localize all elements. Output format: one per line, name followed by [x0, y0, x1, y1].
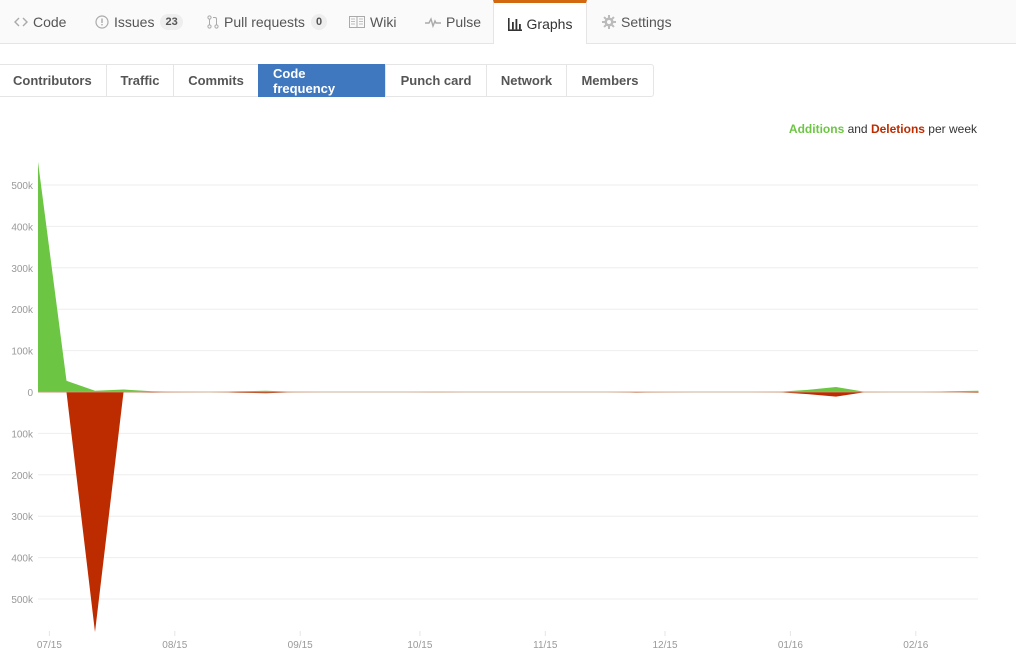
- tab-pulse[interactable]: Pulse: [425, 0, 481, 43]
- tab-issues-label: Issues: [114, 13, 155, 30]
- additions-area: [38, 161, 979, 392]
- issue-opened-icon: [95, 14, 109, 29]
- x-tick-label: 01/16: [778, 640, 803, 651]
- git-pull-request-icon: [207, 14, 219, 29]
- x-tick-label: 12/15: [652, 640, 677, 651]
- x-tick-label: 10/15: [407, 640, 432, 651]
- x-tick-label: 11/15: [533, 640, 558, 651]
- tab-settings[interactable]: Settings: [602, 0, 672, 43]
- tab-pull-requests-label: Pull requests: [224, 13, 305, 30]
- y-tick-label: 500k: [11, 595, 34, 606]
- subnav-members[interactable]: Members: [566, 64, 654, 97]
- tab-pull-requests[interactable]: Pull requests 0: [207, 0, 328, 43]
- deletions-area: [38, 392, 979, 633]
- gear-icon: [602, 14, 616, 29]
- x-tick-label: 08/15: [162, 640, 187, 651]
- y-tick-label: 100k: [11, 429, 34, 440]
- subnav-punch-card[interactable]: Punch card: [385, 64, 487, 97]
- y-tick-label: 500k: [11, 181, 34, 192]
- y-tick-label: 300k: [11, 264, 34, 275]
- y-tick-label: 100k: [11, 347, 34, 358]
- subnav-traffic[interactable]: Traffic: [106, 64, 174, 97]
- code-icon: [14, 16, 28, 28]
- tab-code-label: Code: [33, 13, 67, 30]
- x-tick-label: 02/16: [903, 640, 928, 651]
- subnav-code-frequency[interactable]: Code frequency: [258, 64, 386, 97]
- graph-icon: [507, 17, 522, 31]
- legend-suffix: per week: [924, 122, 977, 136]
- x-axis-ticks: 07/15 08/15 09/15 10/15 11/15 12/15 01/16 02/16: [37, 631, 929, 651]
- tab-settings-label: Settings: [621, 13, 672, 30]
- tab-wiki-label: Wiki: [370, 13, 397, 30]
- tab-graphs-label: Graphs: [526, 15, 573, 32]
- tab-wiki[interactable]: Wiki: [349, 0, 396, 43]
- legend-deletions: Deletions: [870, 122, 925, 136]
- y-tick-label: 400k: [11, 222, 34, 233]
- y-tick-label: 300k: [11, 512, 34, 523]
- legend-and: and: [844, 122, 871, 136]
- subnav-network[interactable]: Network: [486, 64, 567, 97]
- chart-legend: Additions and Deletions per week: [789, 122, 977, 136]
- x-tick-label: 07/15: [37, 640, 62, 651]
- subnav-contributors[interactable]: Contributors: [0, 64, 107, 97]
- y-tick-label: 0: [27, 388, 33, 399]
- repo-navigation: Code Issues 23 Pull requests 0 Wiki Puls…: [0, 0, 1016, 44]
- legend-additions: Additions: [788, 122, 845, 136]
- subnav-commits[interactable]: Commits: [173, 64, 259, 97]
- issues-counter: 23: [160, 13, 183, 30]
- tab-pulse-label: Pulse: [446, 13, 482, 30]
- tab-graphs[interactable]: Graphs: [493, 0, 587, 44]
- pull-requests-counter: 0: [310, 13, 328, 30]
- x-tick-label: 09/15: [288, 640, 313, 651]
- graphs-subnav: Contributors Traffic Commits Code freque…: [0, 64, 654, 97]
- code-frequency-chart: 500k 400k 300k 200k 100k 0 100k 200k 300k 400k 500…: [11, 161, 979, 651]
- tab-issues[interactable]: Issues 23: [95, 0, 183, 43]
- y-tick-label: 400k: [11, 554, 34, 565]
- y-tick-label: 200k: [11, 471, 34, 482]
- y-axis-ticks: 500k 400k 300k 200k 100k 0 100k 200k 300k 400k 500…: [11, 181, 34, 606]
- tab-code[interactable]: Code: [14, 0, 66, 43]
- book-icon: [349, 15, 365, 28]
- pulse-icon: [425, 16, 441, 28]
- y-tick-label: 200k: [11, 305, 34, 316]
